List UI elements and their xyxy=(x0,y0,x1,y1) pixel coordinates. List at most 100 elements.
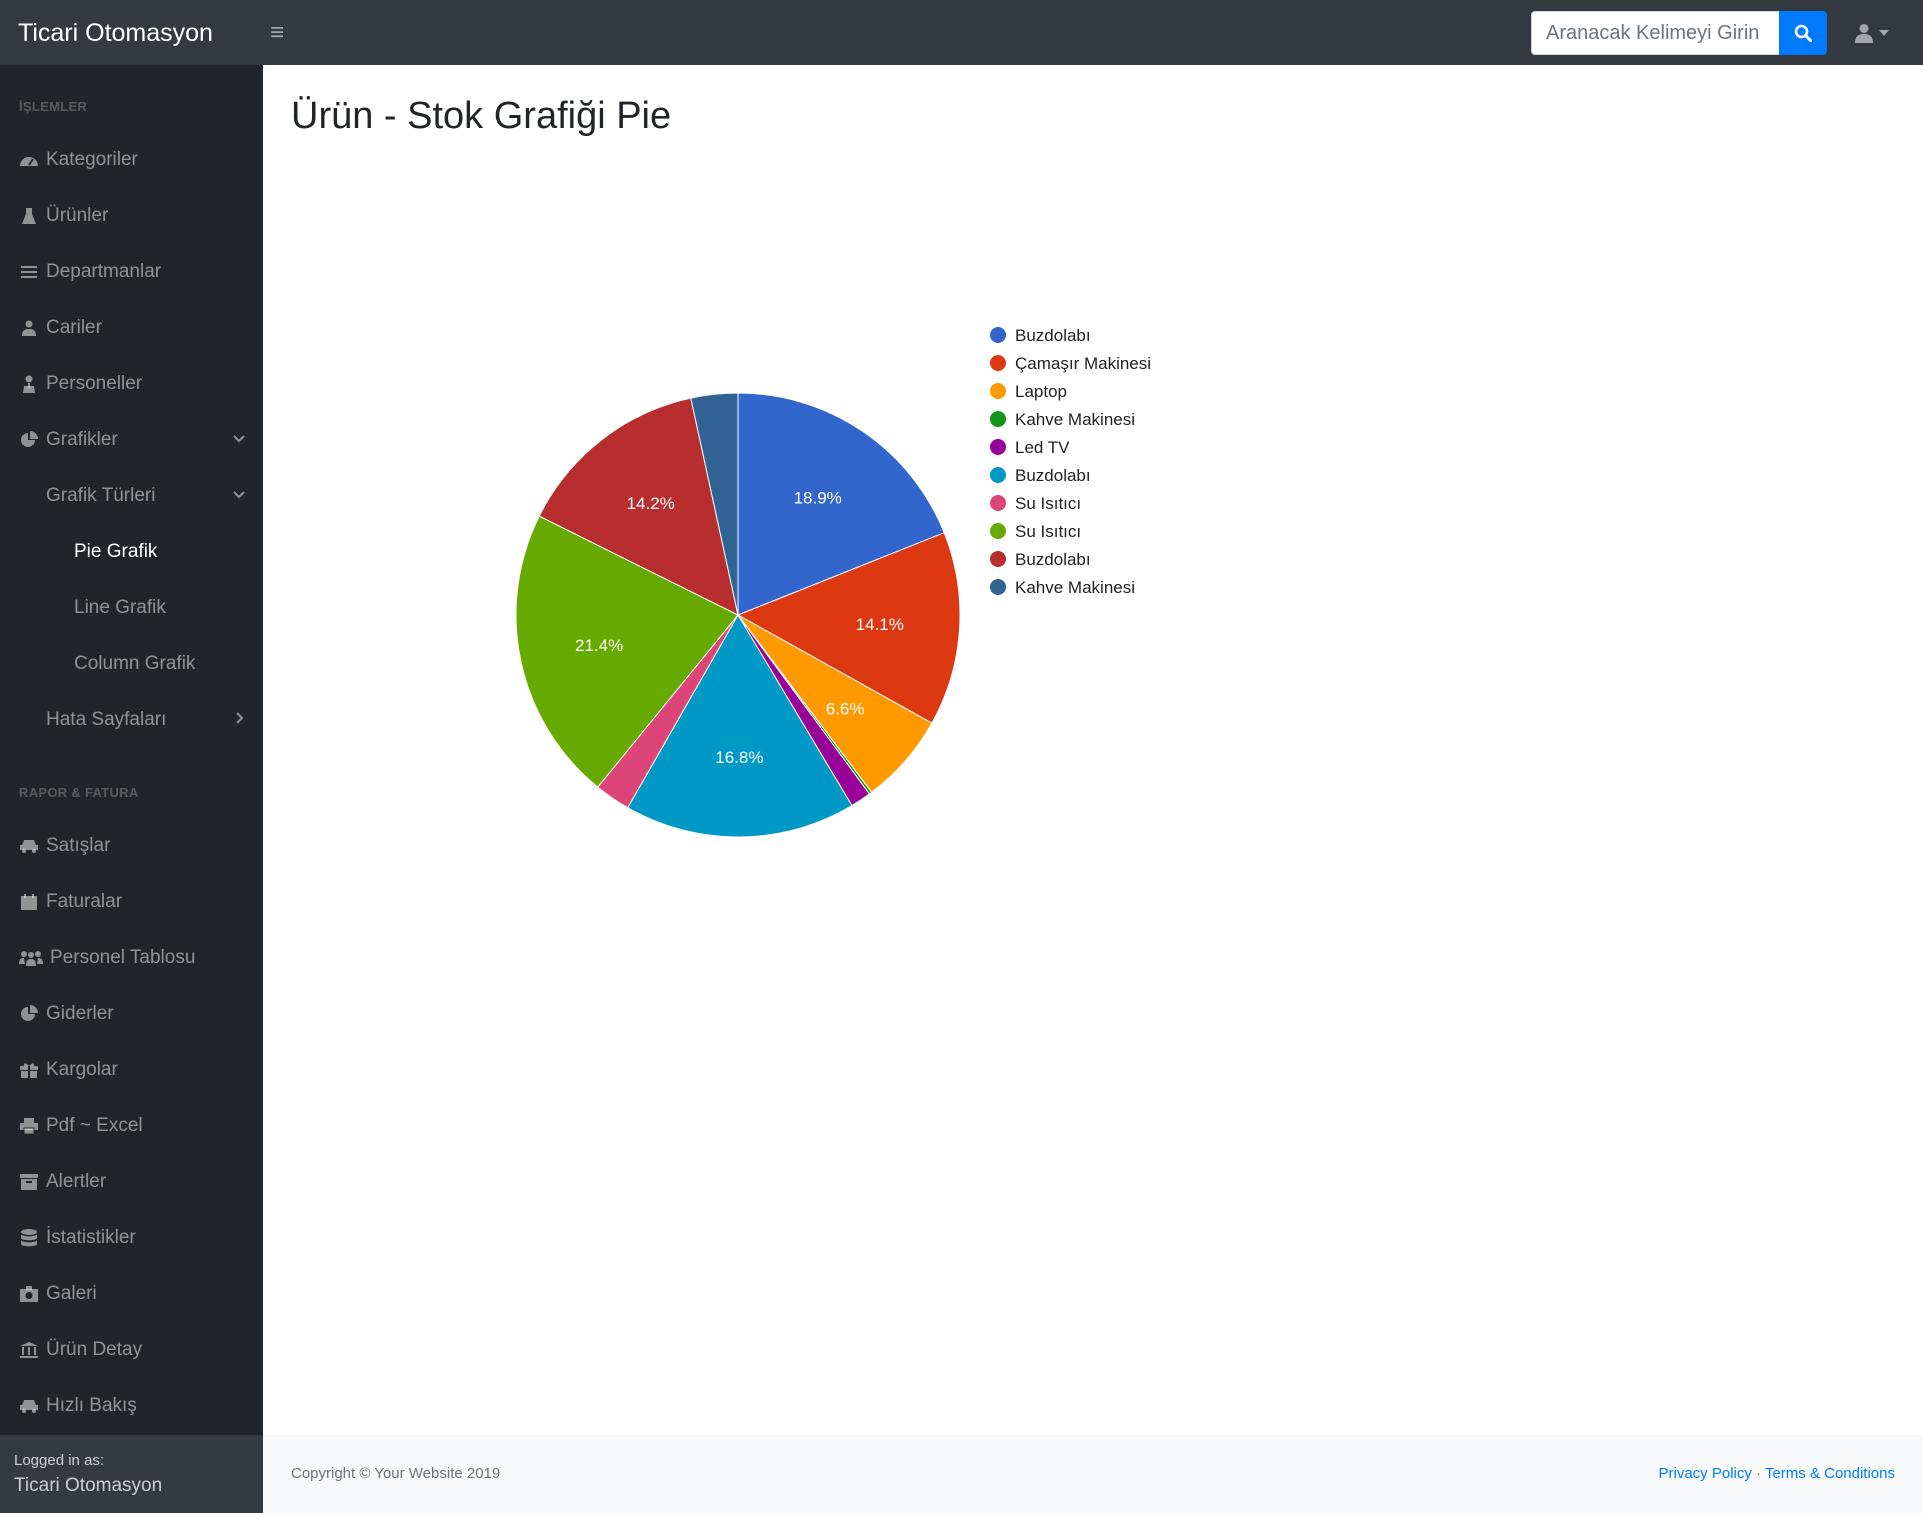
sidebar-item-kategoriler[interactable]: Kategoriler xyxy=(0,135,263,185)
pie-slice-label: 16.8% xyxy=(715,748,763,767)
logged-in-user: Ticari Otomasyon xyxy=(14,1475,163,1496)
search-button[interactable] xyxy=(1779,11,1827,55)
pie-slice-label: 18.9% xyxy=(794,488,842,507)
sidebar-item-label: Column Grafik xyxy=(74,653,196,674)
logged-in-label: Logged in as: xyxy=(14,1452,105,1469)
users-icon xyxy=(18,948,44,968)
sidebar-item-label: Galeri xyxy=(46,1283,97,1304)
chevron-down-icon xyxy=(233,435,245,443)
sidebar-item-faturalar[interactable]: Faturalar xyxy=(0,877,263,927)
sidebar-item-grafikler[interactable]: Grafikler xyxy=(0,415,263,465)
legend-swatch xyxy=(990,355,1006,371)
sidebar-item-label: Alertler xyxy=(46,1171,107,1192)
sidebar-item-column-grafik[interactable]: Column Grafik xyxy=(0,639,263,689)
gift-icon xyxy=(18,1060,40,1080)
sidebar-item-label: Departmanlar xyxy=(46,261,162,282)
legend-swatch xyxy=(990,551,1006,567)
chevron-right-icon xyxy=(236,712,244,724)
footer-separator: · xyxy=(1756,1465,1762,1482)
sidebar-item-label: İstatistikler xyxy=(46,1227,136,1248)
sidebar-item-satislar[interactable]: Satışlar xyxy=(0,821,263,871)
bars-icon: ≡ xyxy=(269,19,284,46)
car-icon xyxy=(18,1396,40,1416)
sidebar-item-personeller[interactable]: Personeller xyxy=(0,359,263,409)
legend-label: Kahve Makinesi xyxy=(1015,578,1135,597)
sidebar-item-giderler[interactable]: Giderler xyxy=(0,989,263,1039)
pie-slice-label: 14.2% xyxy=(627,494,675,513)
legend-swatch xyxy=(990,579,1006,595)
sidebar-toggle-button[interactable]: ≡ xyxy=(262,18,292,48)
sidebar-item-cariler[interactable]: Cariler xyxy=(0,303,263,353)
legend-label: Laptop xyxy=(1015,382,1067,401)
legend-swatch xyxy=(990,467,1006,483)
sidebar-item-departmanlar[interactable]: Departmanlar xyxy=(0,247,263,297)
flask-icon xyxy=(18,206,40,226)
sidebar-item-label: Pdf ~ Excel xyxy=(46,1115,143,1136)
sidebar-item-galeri[interactable]: Galeri xyxy=(0,1269,263,1319)
sidebar-item-label: Cariler xyxy=(46,317,102,338)
sidebar-footer: Logged in as: Ticari Otomasyon xyxy=(0,1435,263,1513)
sidebar-item-label: Hızlı Bakış xyxy=(46,1395,137,1416)
sidebar-item-istatistikler[interactable]: İstatistikler xyxy=(0,1213,263,1263)
sidebar-item-grafik-turleri[interactable]: Grafik Türleri xyxy=(0,471,263,521)
privacy-policy-link[interactable]: Privacy Policy xyxy=(1659,1465,1752,1482)
user-icon xyxy=(1855,24,1873,43)
sidebar-item-label: Pie Grafik xyxy=(74,541,158,562)
legend-label: Su Isıtıcı xyxy=(1015,494,1081,513)
camera-icon xyxy=(18,1284,40,1304)
sidebar-item-urunler[interactable]: Ürünler xyxy=(0,191,263,241)
pie-slice-label: 21.4% xyxy=(575,636,623,655)
pie-chart: 18.9% 14.1% 6.6% 16.8% 21.4% 14.2% Buzdolabı Ça… xyxy=(515,326,1151,838)
legend-label: Kahve Makinesi xyxy=(1015,410,1135,429)
copyright-text: Copyright © Your Website 2019 xyxy=(291,1465,501,1482)
legend-swatch xyxy=(990,439,1006,455)
user-dropdown[interactable] xyxy=(1855,18,1901,48)
sidebar-item-label: Ürünler xyxy=(46,205,109,226)
legend-label: Buzdolabı xyxy=(1015,326,1091,345)
page-title: Ürün - Stok Grafiği Pie xyxy=(291,95,672,137)
sidebar-item-pie-grafik[interactable]: Pie Grafik xyxy=(0,527,263,577)
user-icon xyxy=(18,318,40,338)
calendar-icon xyxy=(18,892,40,912)
user-md-icon xyxy=(18,374,40,394)
sidebar-heading-islemler: İşlemler xyxy=(19,99,88,114)
sidebar-item-hizli-bakis[interactable]: Hızlı Bakış xyxy=(0,1381,263,1431)
sidebar: İşlemler Kategoriler Ürünler Departmanla… xyxy=(0,65,263,1513)
legend-swatch xyxy=(990,383,1006,399)
legend-label: Buzdolabı xyxy=(1015,550,1091,569)
sidebar-item-label: Grafikler xyxy=(46,429,118,450)
sidebar-item-personel-tablosu[interactable]: Personel Tablosu xyxy=(0,933,263,983)
sidebar-item-label: Grafik Türleri xyxy=(46,485,156,506)
brand-link[interactable]: Ticari Otomasyon xyxy=(18,19,213,48)
page-footer: Copyright © Your Website 2019 Privacy Po… xyxy=(263,1435,1923,1513)
sidebar-item-label: Personeller xyxy=(46,373,143,394)
caret-down-icon xyxy=(1879,30,1889,36)
sidebar-item-pdf-excel[interactable]: Pdf ~ Excel xyxy=(0,1101,263,1151)
sidebar-item-label: Personel Tablosu xyxy=(50,947,196,968)
legend-label: Su Isıtıcı xyxy=(1015,522,1081,541)
sidebar-item-alertler[interactable]: Alertler xyxy=(0,1157,263,1207)
sidebar-item-kargolar[interactable]: Kargolar xyxy=(0,1045,263,1095)
legend-label: Buzdolabı xyxy=(1015,466,1091,485)
legend-swatch xyxy=(990,411,1006,427)
sidebar-item-label: Satışlar xyxy=(46,835,111,856)
sidebar-item-line-grafik[interactable]: Line Grafik xyxy=(0,583,263,633)
sidebar-item-urun-detay[interactable]: Ürün Detay xyxy=(0,1325,263,1375)
legend-swatch xyxy=(990,495,1006,511)
sidebar-item-label: Giderler xyxy=(46,1003,114,1024)
search-input[interactable] xyxy=(1531,11,1779,55)
bank-icon xyxy=(18,1340,40,1360)
top-navbar: Ticari Otomasyon ≡ xyxy=(0,0,1923,65)
pie-chart-icon xyxy=(18,1004,40,1024)
terms-link[interactable]: Terms & Conditions xyxy=(1765,1465,1895,1482)
search-form xyxy=(1531,11,1827,55)
footer-links: Privacy Policy · Terms & Conditions xyxy=(1659,1465,1896,1482)
sidebar-item-label: Kategoriler xyxy=(46,149,138,170)
pie-slice-label: 6.6% xyxy=(826,699,865,718)
print-icon xyxy=(18,1116,40,1136)
pie-chart-icon xyxy=(18,430,40,450)
sidebar-item-label: Faturalar xyxy=(46,891,123,912)
pie-slice-label: 14.1% xyxy=(856,615,904,634)
sidebar-item-hata-sayfalari[interactable]: Hata Sayfaları xyxy=(0,695,263,745)
legend-swatch xyxy=(990,523,1006,539)
